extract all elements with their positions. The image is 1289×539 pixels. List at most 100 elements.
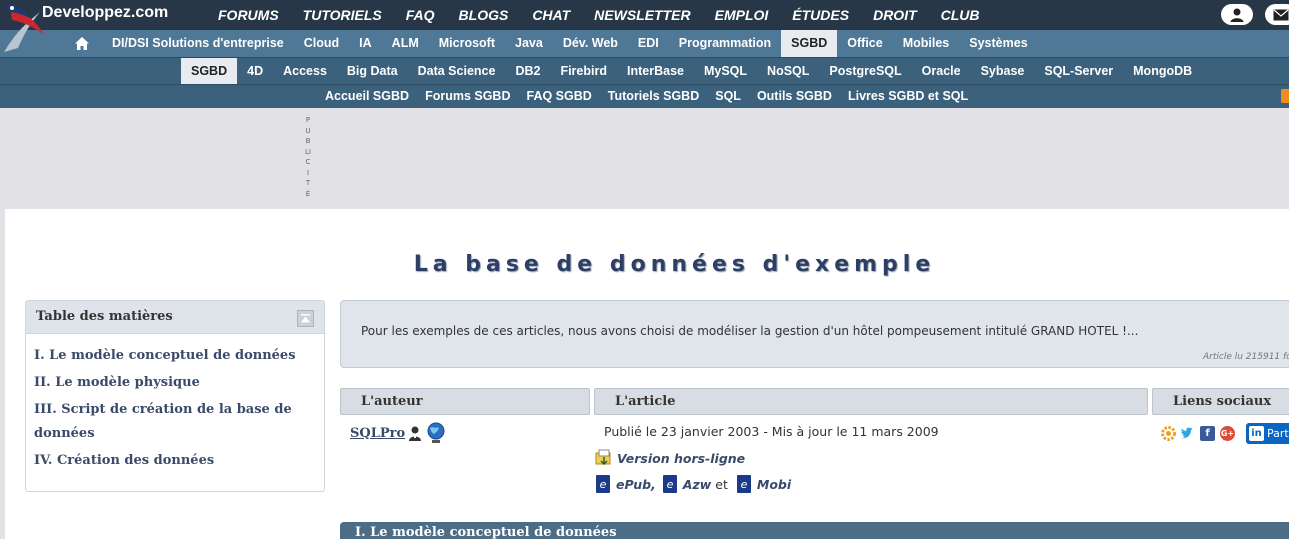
linkedin-share-button[interactable]: in Part xyxy=(1246,423,1289,444)
user-icon xyxy=(1230,8,1244,22)
svg-text:e: e xyxy=(666,478,673,491)
topnav-faq[interactable]: FAQ xyxy=(406,7,435,23)
nav2-mobiles[interactable]: Mobiles xyxy=(893,30,960,57)
nav4-livres-sgbd[interactable]: Livres SGBD et SQL xyxy=(840,85,976,107)
nav2-alm[interactable]: ALM xyxy=(382,30,429,57)
publication-dates: Publié le 23 janvier 2003 - Mis à jour l… xyxy=(604,424,939,439)
nav3-interbase[interactable]: InterBase xyxy=(617,58,694,85)
article-abstract: Pour les exemples de ces articles, nous … xyxy=(340,300,1289,368)
collapse-up-icon xyxy=(301,314,310,323)
svg-text:e: e xyxy=(600,478,607,491)
read-count: Article lu 215911 fo xyxy=(1203,352,1289,362)
nav2-systemes[interactable]: Systèmes xyxy=(959,30,1037,57)
toc-collapse-button[interactable] xyxy=(297,310,314,327)
author-header: L'auteur xyxy=(340,388,590,415)
logo-text: Developpez.com xyxy=(42,4,169,21)
nav2-edi[interactable]: EDI xyxy=(628,30,669,57)
social-links: f G+ xyxy=(1160,425,1240,442)
ad-banner xyxy=(0,108,1289,209)
nav4-forums-sgbd[interactable]: Forums SGBD xyxy=(417,85,518,107)
offline-download-icon xyxy=(595,449,611,466)
nav3-mysql[interactable]: MySQL xyxy=(694,58,757,85)
nav3-access[interactable]: Access xyxy=(273,58,337,85)
azw-link[interactable]: Azw xyxy=(683,477,712,492)
nav3-oracle[interactable]: Oracle xyxy=(912,58,971,85)
topnav-emploi[interactable]: EMPLOI xyxy=(715,7,769,23)
nav3-4d[interactable]: 4D xyxy=(237,58,273,85)
nav3-postgresql[interactable]: PostgreSQL xyxy=(819,58,911,85)
toc-item-1[interactable]: I. Le modèle conceptuel de données xyxy=(34,344,314,368)
topnav-blogs[interactable]: BLOGS xyxy=(459,7,509,23)
nav2-dev-web[interactable]: Dév. Web xyxy=(553,30,628,57)
ebook-links-row: e ePub, e Azw et e Mobi xyxy=(595,474,791,494)
topnav-droit[interactable]: DROIT xyxy=(873,7,917,23)
section-title: I. Le modèle conceptuel de données xyxy=(355,525,617,539)
author-info: SQLPro xyxy=(350,422,446,444)
nav3-nosql[interactable]: NoSQL xyxy=(757,58,819,85)
nav2-ia[interactable]: IA xyxy=(349,30,382,57)
mobi-book-icon: e xyxy=(736,475,751,493)
nav2-programmation[interactable]: Programmation xyxy=(669,30,781,57)
topnav-etudes[interactable]: ÉTUDES xyxy=(792,7,849,23)
nav2-office[interactable]: Office xyxy=(837,30,892,57)
website-globe-icon[interactable] xyxy=(426,422,446,444)
share-gear-icon[interactable] xyxy=(1160,425,1177,442)
linkedin-icon: in xyxy=(1249,426,1264,441)
ad-label: PUBLICITÉ xyxy=(305,116,311,198)
table-of-contents: Table des matières I. Le modèle conceptu… xyxy=(25,300,325,492)
toc-header: Table des matières xyxy=(26,301,324,334)
nav4-tutoriels-sgbd[interactable]: Tutoriels SGBD xyxy=(600,85,707,107)
nav3-db2[interactable]: DB2 xyxy=(505,58,550,85)
toc-item-2[interactable]: II. Le modèle physique xyxy=(34,371,314,395)
page-title: La base de données d'exemple xyxy=(413,252,936,277)
toc-list: I. Le modèle conceptuel de données II. L… xyxy=(34,344,314,476)
topnav-club[interactable]: CLUB xyxy=(941,7,980,23)
site-logo[interactable]: Developpez.com xyxy=(0,0,200,56)
rss-icon[interactable] xyxy=(1281,89,1289,103)
google-plus-icon[interactable]: G+ xyxy=(1220,426,1235,441)
nav3-mongodb[interactable]: MongoDB xyxy=(1123,58,1202,85)
nav4-outils-sgbd[interactable]: Outils SGBD xyxy=(749,85,840,107)
nav2-cloud[interactable]: Cloud xyxy=(294,30,349,57)
nav3-sql-server[interactable]: SQL-Server xyxy=(1034,58,1123,85)
nav2-sgbd[interactable]: SGBD xyxy=(781,30,838,57)
section-header: I. Le modèle conceptuel de données xyxy=(340,522,1289,539)
messages-button[interactable] xyxy=(1265,4,1289,25)
epub-link[interactable]: ePub, xyxy=(616,477,656,492)
nav3-big-data[interactable]: Big Data xyxy=(337,58,408,85)
facebook-icon[interactable]: f xyxy=(1200,426,1215,441)
nav2-microsoft[interactable]: Microsoft xyxy=(429,30,505,57)
author-name[interactable]: SQLPro xyxy=(350,426,405,441)
epub-book-icon: e xyxy=(596,475,610,493)
top-nav: FORUMS TUTORIELS FAQ BLOGS CHAT NEWSLETT… xyxy=(218,0,1004,30)
nav3-sybase[interactable]: Sybase xyxy=(971,58,1035,85)
topnav-chat[interactable]: CHAT xyxy=(532,7,570,23)
linkedin-share-label: Part xyxy=(1267,427,1289,440)
toc-item-3[interactable]: III. Script de création de la base de do… xyxy=(34,398,314,446)
topnav-forums[interactable]: FORUMS xyxy=(218,7,279,23)
offline-version-link[interactable]: Version hors-ligne xyxy=(617,451,745,466)
social-header: Liens sociaux xyxy=(1152,388,1289,415)
nav4-faq-sgbd[interactable]: FAQ SGBD xyxy=(519,85,600,107)
envelope-icon xyxy=(1273,9,1289,20)
svg-text:e: e xyxy=(741,478,748,491)
sgbd-nav: SGBD 4D Access Big Data Data Science DB2… xyxy=(0,57,1289,85)
profile-icon[interactable] xyxy=(408,425,422,441)
logo-bird-icon xyxy=(4,4,44,52)
offline-version-row: Version hors-ligne xyxy=(595,449,745,467)
nav3-firebird[interactable]: Firebird xyxy=(550,58,617,85)
topnav-tutoriels[interactable]: TUTORIELS xyxy=(303,7,382,23)
article-header: L'article xyxy=(594,388,1148,415)
toc-item-4[interactable]: IV. Création des données xyxy=(34,449,314,473)
topnav-newsletter[interactable]: NEWSLETTER xyxy=(594,7,690,23)
abstract-text: Pour les exemples de ces articles, nous … xyxy=(361,324,1139,338)
twitter-icon[interactable] xyxy=(1180,426,1195,441)
nav3-sgbd[interactable]: SGBD xyxy=(181,58,238,85)
toc-title: Table des matières xyxy=(36,309,173,324)
mobi-link[interactable]: Mobi xyxy=(757,477,791,492)
nav4-accueil-sgbd[interactable]: Accueil SGBD xyxy=(317,85,417,107)
nav2-java[interactable]: Java xyxy=(505,30,553,57)
nav4-sql[interactable]: SQL xyxy=(707,85,749,107)
user-account-button[interactable] xyxy=(1221,4,1253,25)
nav3-data-science[interactable]: Data Science xyxy=(408,58,506,85)
